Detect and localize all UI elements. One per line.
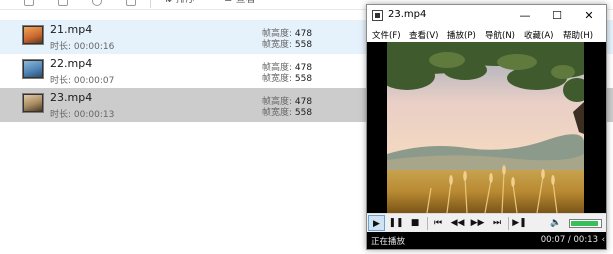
pause-button[interactable]: ❚❚ (388, 215, 404, 231)
frame-width-label: 帧宽度: (262, 74, 293, 84)
paste-icon[interactable] (58, 0, 68, 6)
close-button[interactable]: ✕ (573, 5, 605, 27)
copy-icon[interactable] (24, 0, 34, 6)
duration-label: 时长: (50, 42, 72, 52)
playback-status: 正在播放 (371, 237, 406, 247)
frame-width: 帧宽度: 558 (262, 37, 312, 50)
video-area[interactable] (367, 42, 606, 213)
time-edge-glyph: ‹ (601, 235, 605, 245)
frame-width-label: 帧宽度: (262, 108, 293, 118)
menu-play[interactable]: 播放(P) (447, 29, 476, 41)
duration-label: 时长: (50, 76, 72, 86)
menu-help[interactable]: 帮助(H) (563, 29, 593, 41)
playback-time: 00:07 / 00:13 (540, 235, 598, 245)
toolbar-divider (150, 0, 151, 8)
menu-file[interactable]: 文件(F) (372, 29, 401, 41)
duration-value: 00:00:07 (73, 76, 115, 86)
share-icon[interactable] (92, 0, 102, 6)
duration-label: 时长: (50, 110, 72, 120)
player-title-bar[interactable]: 23.mp4 — ☐ ✕ (367, 5, 606, 27)
sort-label: 排序 (176, 0, 196, 5)
file-duration: 时长: 00:00:07 (50, 73, 114, 86)
previous-button[interactable]: ⏮ (430, 215, 446, 231)
next-button[interactable]: ⏭ (489, 215, 505, 231)
fast-forward-button[interactable]: ▶▶ (469, 215, 486, 231)
menu-view[interactable]: 查看(V) (409, 29, 438, 41)
frame-width-value: 558 (294, 108, 313, 118)
controls-divider (427, 217, 428, 230)
volume-icon[interactable]: 🔈 (547, 215, 565, 231)
sort-button[interactable]: ⇅ 排序 (164, 0, 196, 6)
maximize-button[interactable]: ☐ (541, 5, 573, 27)
frame-width-label: 帧宽度: (262, 40, 293, 50)
player-controls: ▶ ❚❚ ■ ⏮ ◀◀ ▶▶ ⏭ ▶❚ 🔈 (367, 213, 606, 232)
video-thumbnail-icon (22, 25, 44, 45)
file-name: 22.mp4 (50, 57, 93, 70)
frame-width: 帧宽度: 558 (262, 105, 312, 118)
menu-favorites[interactable]: 收藏(A) (524, 29, 553, 41)
delete-icon[interactable] (126, 0, 136, 6)
view-button[interactable]: ≡ 查看 (224, 0, 256, 6)
player-app-icon[interactable] (372, 10, 383, 21)
menu-navigate[interactable]: 导航(N) (485, 29, 515, 41)
player-status-bar: 正在播放 00:07 / 00:13 ‹ (367, 232, 606, 249)
video-thumbnail-icon (22, 93, 44, 113)
file-name: 21.mp4 (50, 23, 93, 36)
video-thumbnail-icon (22, 59, 44, 79)
volume-level-fill (571, 221, 598, 226)
rewind-button[interactable]: ◀◀ (449, 215, 466, 231)
controls-divider (508, 217, 509, 230)
frame-step-button[interactable]: ▶❚ (511, 215, 528, 231)
window-title: 23.mp4 (388, 9, 427, 20)
duration-value: 00:00:13 (73, 110, 115, 120)
play-button[interactable]: ▶ (368, 215, 385, 231)
frame-width-value: 558 (294, 74, 313, 84)
player-menu-bar: 文件(F) 查看(V) 播放(P) 导航(N) 收藏(A) 帮助(H) (367, 27, 606, 42)
view-label: 查看 (236, 0, 256, 5)
media-player-window[interactable]: 23.mp4 — ☐ ✕ 文件(F) 查看(V) 播放(P) 导航(N) 收藏(… (366, 4, 607, 250)
volume-slider[interactable] (569, 219, 602, 228)
file-duration: 时长: 00:00:16 (50, 39, 114, 52)
frame-width-value: 558 (294, 40, 313, 50)
file-name: 23.mp4 (50, 91, 93, 104)
duration-value: 00:00:16 (73, 42, 115, 52)
minimize-button[interactable]: — (509, 5, 541, 27)
file-duration: 时长: 00:00:13 (50, 107, 114, 120)
stop-button[interactable]: ■ (407, 215, 423, 231)
video-frame (387, 42, 584, 213)
frame-width: 帧宽度: 558 (262, 71, 312, 84)
